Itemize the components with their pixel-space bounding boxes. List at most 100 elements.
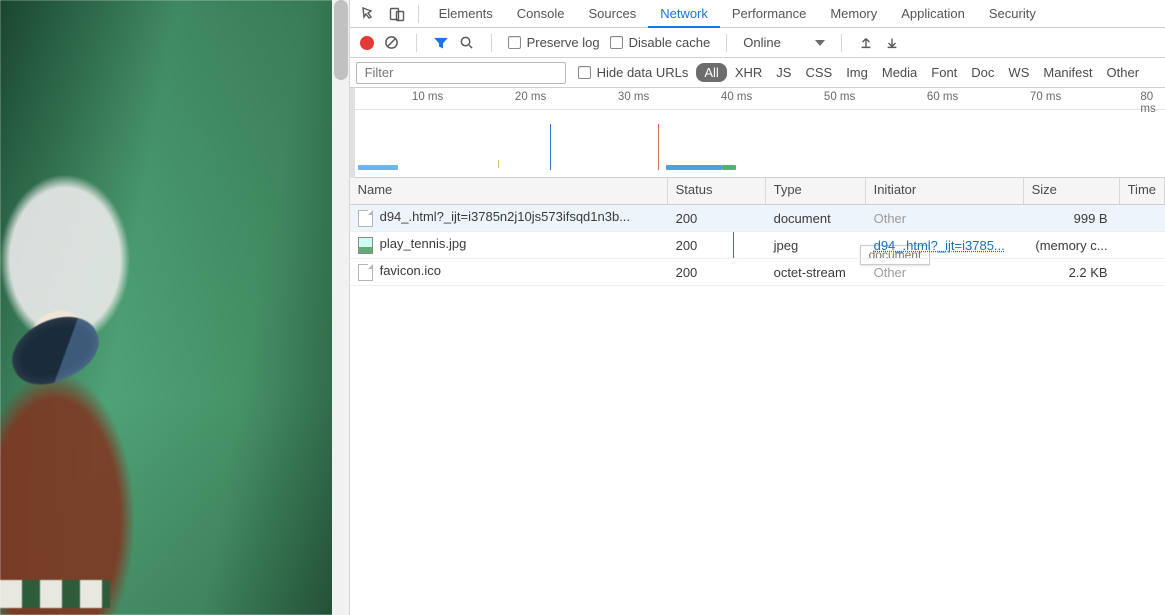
cell-time <box>1120 215 1165 221</box>
cell-type: document <box>766 208 866 229</box>
timeline-bar <box>666 165 722 170</box>
timeline-tick: 30 ms <box>618 91 649 103</box>
tab-network[interactable]: Network <box>648 1 720 28</box>
chevron-down-icon <box>815 40 825 46</box>
timeline-body <box>350 110 1165 178</box>
timeline-tick: 50 ms <box>824 91 855 103</box>
type-pill-js[interactable]: JS <box>770 63 797 82</box>
download-har-icon[interactable] <box>884 35 900 51</box>
upload-har-icon[interactable] <box>858 35 874 51</box>
preview-scroll-thumb[interactable] <box>334 0 348 80</box>
table-header: Name Status Type Initiator Size Time <box>350 178 1165 205</box>
cell-name: d94_.html?_ijt=i3785n2j10js573ifsqd1n3b.… <box>350 206 668 229</box>
col-time[interactable]: Time <box>1120 178 1165 204</box>
timeline-tick: 70 ms <box>1030 91 1061 103</box>
col-status[interactable]: Status <box>668 178 766 204</box>
filter-input[interactable] <box>356 62 566 84</box>
preserve-log-checkbox[interactable]: Preserve log <box>508 35 600 50</box>
timeline-tick: 60 ms <box>927 91 958 103</box>
col-size[interactable]: Size <box>1024 178 1120 204</box>
preview-scrollbar[interactable] <box>332 0 350 615</box>
table-body: document d94_.html?_ijt=i3785n2j10js573i… <box>350 205 1165 615</box>
cell-initiator: Other <box>866 262 1024 283</box>
disable-cache-checkbox[interactable]: Disable cache <box>610 35 711 50</box>
cell-name: favicon.ico <box>350 260 668 283</box>
timeline-tick: 40 ms <box>721 91 752 103</box>
type-pill-manifest[interactable]: Manifest <box>1037 63 1098 82</box>
checkbox-icon <box>610 36 623 49</box>
cell-name: play_tennis.jpg <box>350 233 668 256</box>
cell-type: jpeg <box>766 235 866 256</box>
hide-data-urls-checkbox[interactable]: Hide data URLs <box>578 65 689 80</box>
type-pill-css[interactable]: CSS <box>799 63 838 82</box>
type-filter-pills: AllXHRJSCSSImgMediaFontDocWSManifestOthe… <box>696 63 1145 82</box>
cell-initiator: d94_.html?_ijt=i3785... <box>866 235 1024 256</box>
disable-cache-label: Disable cache <box>629 35 711 50</box>
cell-time <box>1120 242 1165 248</box>
search-icon[interactable] <box>459 35 475 51</box>
toolbar-sep-1 <box>416 34 417 52</box>
cell-status: 200 <box>668 262 766 283</box>
page-preview <box>0 0 332 615</box>
devtools-panel: ElementsConsoleSourcesNetworkPerformance… <box>350 0 1165 615</box>
cell-size: (memory c... <box>1024 235 1120 256</box>
timeline-marker <box>658 124 660 170</box>
cell-initiator: Other <box>866 208 1024 229</box>
device-toggle-icon[interactable] <box>384 1 410 27</box>
cell-type: octet-stream <box>766 262 866 283</box>
type-pill-img[interactable]: Img <box>840 63 874 82</box>
network-timeline[interactable]: 10 ms20 ms30 ms40 ms50 ms60 ms70 ms80 ms <box>350 88 1165 178</box>
timeline-bar <box>358 165 398 170</box>
inspect-icon[interactable] <box>356 1 382 27</box>
cell-time <box>1120 269 1165 275</box>
network-table: Name Status Type Initiator Size Time doc… <box>350 178 1165 615</box>
file-name: favicon.ico <box>380 263 441 278</box>
checkbox-icon <box>508 36 521 49</box>
cell-size: 999 B <box>1024 208 1120 229</box>
table-row[interactable]: play_tennis.jpg 200jpegd94_.html?_ijt=i37… <box>350 232 1165 259</box>
toolbar-sep-4 <box>841 34 842 52</box>
toolbar-sep-2 <box>491 34 492 52</box>
network-filterbar: Hide data URLs AllXHRJSCSSImgMediaFontDo… <box>350 58 1165 88</box>
record-button[interactable] <box>360 36 374 50</box>
cell-size: 2.2 KB <box>1024 262 1120 283</box>
type-pill-other[interactable]: Other <box>1101 63 1146 82</box>
throttling-select[interactable]: Online <box>743 35 825 50</box>
timeline-marker <box>550 124 552 170</box>
timeline-bar <box>722 165 736 170</box>
file-icon <box>358 264 373 281</box>
tabbar-tabs: ElementsConsoleSourcesNetworkPerformance… <box>427 1 1048 27</box>
table-row[interactable]: favicon.ico 200octet-streamOther2.2 KB <box>350 259 1165 286</box>
col-name[interactable]: Name <box>350 178 668 204</box>
col-type[interactable]: Type <box>766 178 866 204</box>
filter-icon[interactable] <box>433 35 449 51</box>
cell-status: 200 <box>668 235 766 256</box>
type-pill-media[interactable]: Media <box>876 63 923 82</box>
checkbox-icon <box>578 66 591 79</box>
tab-console[interactable]: Console <box>505 1 577 26</box>
file-name: d94_.html?_ijt=i3785n2j10js573ifsqd1n3b.… <box>380 209 630 224</box>
tab-sources[interactable]: Sources <box>577 1 649 26</box>
type-pill-doc[interactable]: Doc <box>965 63 1000 82</box>
tab-memory[interactable]: Memory <box>818 1 889 26</box>
file-icon <box>358 210 373 227</box>
preserve-log-label: Preserve log <box>527 35 600 50</box>
clear-icon[interactable] <box>384 35 400 51</box>
timeline-marker <box>498 160 500 168</box>
col-initiator[interactable]: Initiator <box>866 178 1024 204</box>
type-pill-ws[interactable]: WS <box>1002 63 1035 82</box>
type-pill-all[interactable]: All <box>696 63 726 82</box>
type-pill-font[interactable]: Font <box>925 63 963 82</box>
tab-performance[interactable]: Performance <box>720 1 818 26</box>
network-toolbar: Preserve log Disable cache Online <box>350 28 1165 58</box>
hide-data-urls-label: Hide data URLs <box>597 65 689 80</box>
tab-security[interactable]: Security <box>977 1 1048 26</box>
tab-elements[interactable]: Elements <box>427 1 505 26</box>
file-name: play_tennis.jpg <box>380 236 467 251</box>
tabbar-separator <box>418 5 419 23</box>
table-row[interactable]: d94_.html?_ijt=i3785n2j10js573ifsqd1n3b.… <box>350 205 1165 232</box>
type-pill-xhr[interactable]: XHR <box>729 63 768 82</box>
tab-application[interactable]: Application <box>889 1 977 26</box>
timeline-ticks: 10 ms20 ms30 ms40 ms50 ms60 ms70 ms80 ms <box>350 88 1165 110</box>
image-icon <box>358 237 373 254</box>
